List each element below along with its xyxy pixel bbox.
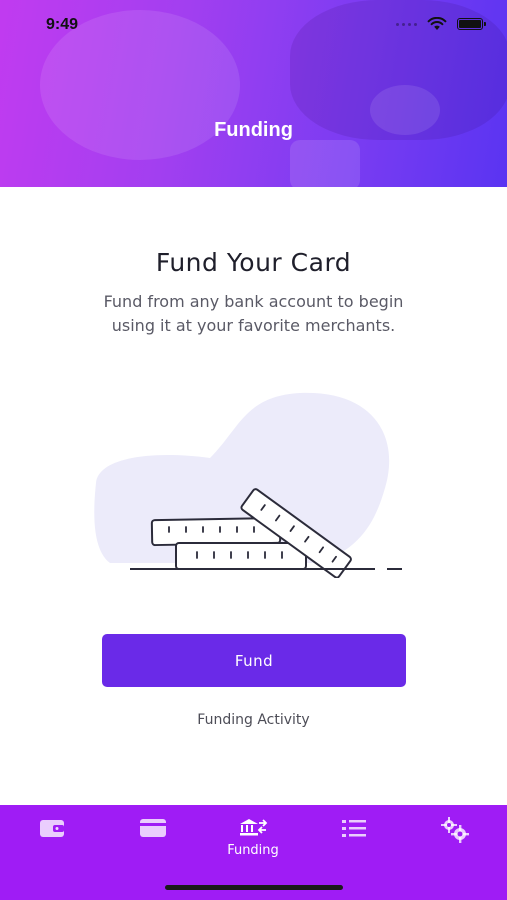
settings-gears-icon	[441, 817, 469, 843]
status-time: 9:49	[46, 16, 79, 33]
signal-dots-icon	[396, 22, 417, 26]
wallet-icon	[40, 820, 64, 837]
section-description: Fund from any bank account to begin usin…	[60, 290, 447, 338]
battery-icon	[457, 18, 486, 30]
page-title: Funding	[214, 119, 293, 141]
section-title: Fund Your Card	[155, 248, 352, 277]
tab-cards[interactable]	[113, 817, 193, 839]
funding-activity-link[interactable]: Funding Activity	[0, 712, 507, 728]
status-icons	[396, 17, 486, 31]
header-banner: 9:49 Funding	[0, 0, 507, 187]
fund-button[interactable]: Fund	[102, 634, 406, 687]
credit-card-icon	[140, 819, 166, 837]
home-indicator	[165, 885, 343, 890]
tab-wallet[interactable]	[12, 817, 92, 839]
header-background-shape	[290, 140, 360, 187]
list-icon	[342, 820, 366, 837]
tab-settings[interactable]	[415, 817, 495, 843]
description-line: Fund from any bank account to begin	[103, 292, 404, 311]
tab-activity-list[interactable]	[314, 817, 394, 839]
wifi-icon	[427, 17, 447, 30]
tab-funding[interactable]: Funding	[213, 817, 293, 858]
bank-transfer-icon	[240, 819, 268, 836]
ruler-stack-illustration	[94, 392, 402, 578]
description-line: using it at your favorite merchants.	[111, 316, 396, 335]
tab-label-funding: Funding	[227, 843, 279, 858]
